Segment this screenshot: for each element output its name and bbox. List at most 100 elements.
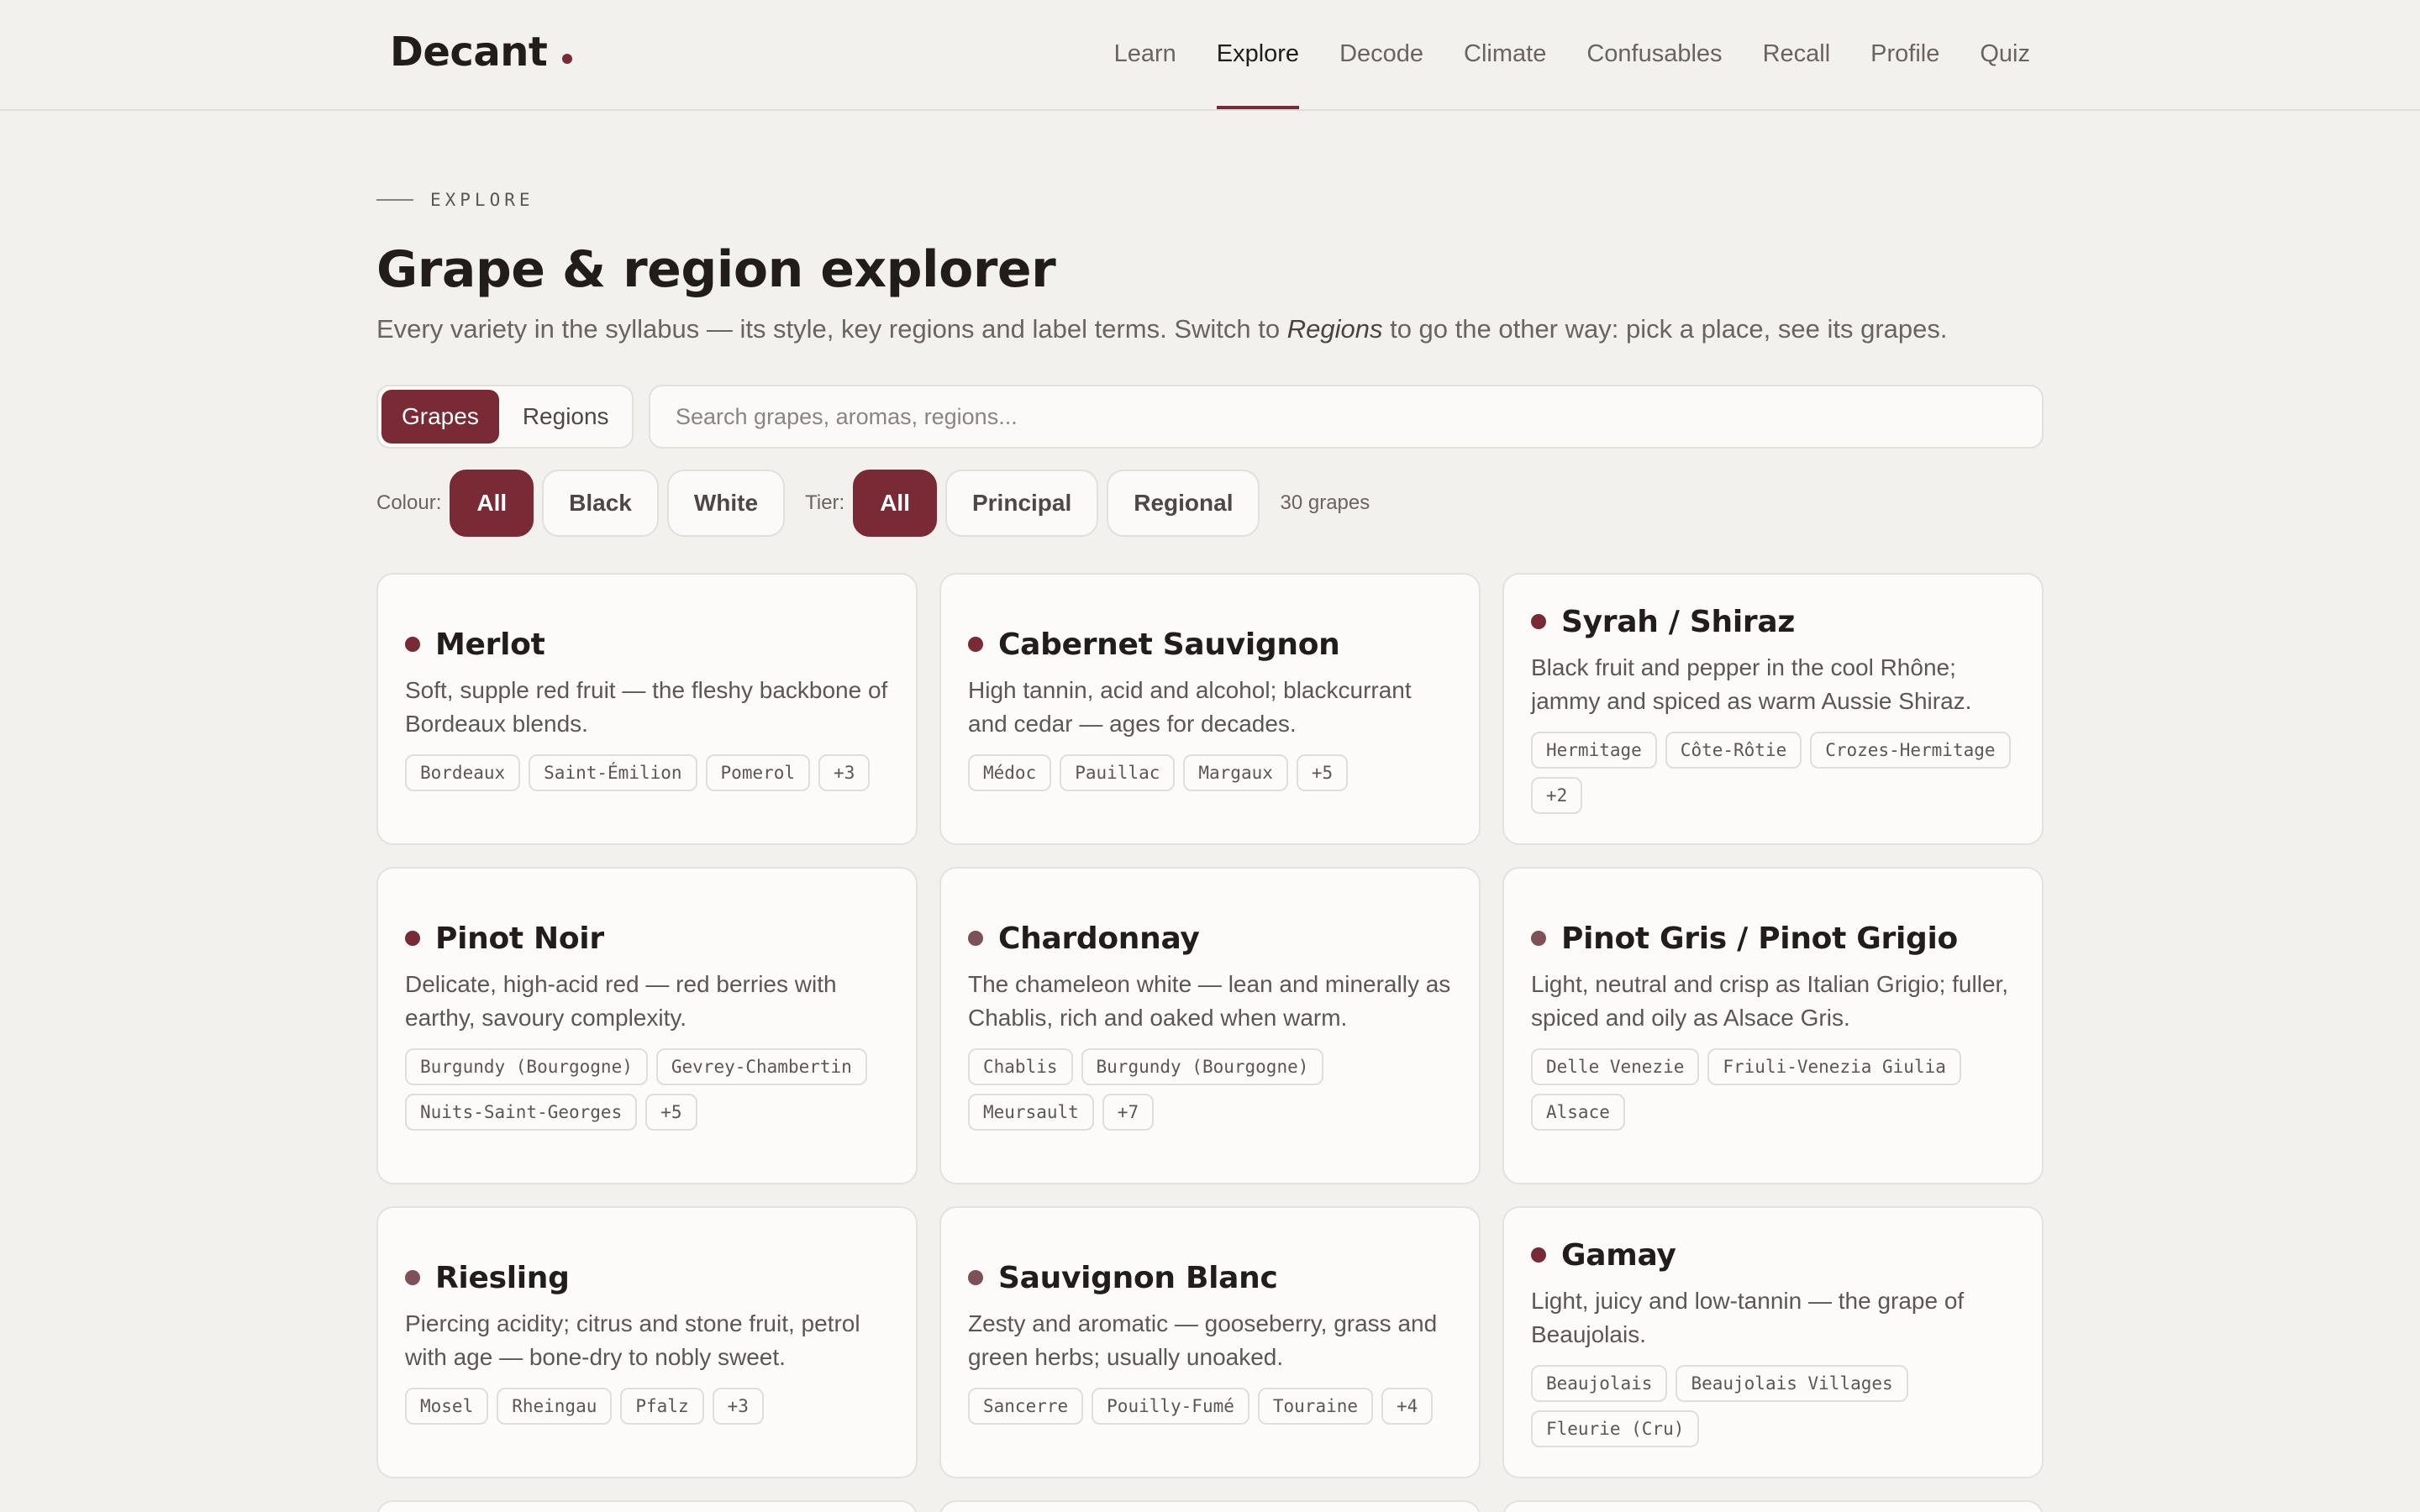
region-tag[interactable]: Chablis (968, 1047, 1073, 1085)
search-input[interactable] (649, 385, 2044, 449)
more-regions-tag[interactable]: +5 (645, 1093, 697, 1131)
black-grape-dot-icon (1531, 614, 1546, 629)
grape-description: Soft, supple red fruit — the fleshy back… (405, 676, 888, 737)
region-tag[interactable]: Margaux (1183, 753, 1288, 791)
black-grape-dot-icon (1531, 1247, 1546, 1263)
app-logo[interactable]: Decant (390, 29, 573, 76)
region-tag[interactable]: Friuli-Venezia Giulia (1707, 1047, 1961, 1085)
grape-description: Zesty and aromatic — gooseberry, grass a… (968, 1310, 1438, 1370)
grape-description: High tannin, acid and alcohol; blackcurr… (968, 676, 1412, 737)
region-tag[interactable]: Rheingau (497, 1387, 613, 1425)
nav-quiz[interactable]: Quiz (1980, 0, 2030, 108)
grape-name: Sauvignon Blanc (998, 1260, 1278, 1295)
tier-chip-all[interactable]: All (853, 470, 937, 537)
nav-confusables[interactable]: Confusables (1586, 0, 1722, 108)
grape-card-pinot-noir[interactable]: Pinot Noir Delicate, high-acid red — red… (376, 867, 918, 1184)
region-tag[interactable]: Saint-Émilion (529, 753, 697, 791)
region-tag[interactable]: Touraine (1257, 1387, 1374, 1425)
more-regions-tag[interactable]: +3 (712, 1387, 764, 1425)
region-tag[interactable]: Nuits-Saint-Georges (405, 1093, 638, 1131)
grape-name: Merlot (435, 627, 545, 662)
white-grape-dot-icon (968, 1270, 983, 1285)
grape-card-syrah-shiraz[interactable]: Syrah / Shiraz Black fruit and pepper in… (1502, 573, 2044, 845)
region-tags: Bordeaux Saint-Émilion Pomerol +3 (405, 753, 889, 791)
grape-description: Light, neutral and crisp as Italian Grig… (1531, 970, 2009, 1031)
region-tag[interactable]: Sancerre (968, 1387, 1084, 1425)
region-tag[interactable]: Bordeaux (405, 753, 521, 791)
colour-chip-white[interactable]: White (666, 470, 786, 537)
region-tags: Delle Venezie Friuli-Venezia Giulia Alsa… (1531, 1047, 2015, 1131)
card-header: Riesling (405, 1261, 889, 1295)
top-bar: Decant Learn Explore Decode Climate Conf… (0, 0, 2420, 111)
grape-card-partial[interactable] (376, 1500, 918, 1512)
region-tag[interactable]: Hermitage (1531, 731, 1657, 769)
region-tag[interactable]: Delle Venezie (1531, 1047, 1700, 1085)
region-tags: Burgundy (Bourgogne) Gevrey-Chambertin N… (405, 1047, 889, 1131)
region-tag[interactable]: Fleurie (Cru) (1531, 1410, 1700, 1447)
grape-description: Light, juicy and low-tannin — the grape … (1531, 1287, 1965, 1347)
grape-card-sauvignon-blanc[interactable]: Sauvignon Blanc Zesty and aromatic — goo… (939, 1206, 1481, 1478)
colour-chip-all[interactable]: All (450, 470, 534, 537)
region-tag[interactable]: Pouilly-Fumé (1092, 1387, 1249, 1425)
grape-name: Syrah / Shiraz (1561, 604, 1795, 639)
colour-chip-black[interactable]: Black (542, 470, 659, 537)
region-tags: Beaujolais Beaujolais Villages Fleurie (… (1531, 1364, 2015, 1447)
nav-climate[interactable]: Climate (1464, 0, 1546, 108)
grape-card-chardonnay[interactable]: Chardonnay The chameleon white — lean an… (939, 867, 1481, 1184)
region-tag[interactable]: Beaujolais Villages (1676, 1364, 1908, 1402)
more-regions-tag[interactable]: +7 (1102, 1093, 1155, 1131)
section-eyebrow: EXPLORE (376, 190, 534, 210)
app-name: Decant (390, 29, 548, 76)
tier-chip-regional[interactable]: Regional (1107, 470, 1260, 537)
page-title: Grape & region explorer (376, 240, 1056, 299)
grape-card-cabernet-sauvignon[interactable]: Cabernet Sauvignon High tannin, acid and… (939, 573, 1481, 845)
card-header: Pinot Noir (405, 921, 889, 956)
nav-learn[interactable]: Learn (1114, 0, 1176, 108)
more-regions-tag[interactable]: +3 (818, 753, 871, 791)
tier-filter-label: Tier: (805, 491, 845, 514)
region-tag[interactable]: Mosel (405, 1387, 489, 1425)
colour-filter-label: Colour: (376, 491, 442, 514)
card-header: Sauvignon Blanc (968, 1261, 1452, 1295)
region-tag[interactable]: Burgundy (Bourgogne) (405, 1047, 648, 1085)
tier-chip-principal[interactable]: Principal (944, 470, 1099, 537)
grape-card-riesling[interactable]: Riesling Piercing acidity; citrus and st… (376, 1206, 918, 1478)
grape-card-partial[interactable] (1502, 1500, 2044, 1512)
more-regions-tag[interactable]: +4 (1381, 1387, 1434, 1425)
nav-decode[interactable]: Decode (1339, 0, 1423, 108)
region-tag[interactable]: Beaujolais (1531, 1364, 1668, 1402)
grape-name: Chardonnay (998, 921, 1200, 956)
nav-profile[interactable]: Profile (1870, 0, 1939, 108)
region-tag[interactable]: Meursault (968, 1093, 1094, 1131)
region-tag[interactable]: Pfalz (620, 1387, 704, 1425)
grape-name: Riesling (435, 1260, 570, 1295)
nav-explore[interactable]: Explore (1216, 0, 1300, 109)
region-tag[interactable]: Crozes-Hermitage (1810, 731, 2011, 769)
grape-card-pinot-gris[interactable]: Pinot Gris / Pinot Grigio Light, neutral… (1502, 867, 2044, 1184)
region-tag[interactable]: Médoc (968, 753, 1052, 791)
grape-card-gamay[interactable]: Gamay Light, juicy and low-tannin — the … (1502, 1206, 2044, 1478)
card-header: Chardonnay (968, 921, 1452, 956)
eyebrow-label: EXPLORE (430, 190, 534, 210)
grape-card-partial[interactable] (939, 1500, 1481, 1512)
region-tag[interactable]: Pauillac (1060, 753, 1176, 791)
grape-card-merlot[interactable]: Merlot Soft, supple red fruit — the fles… (376, 573, 918, 845)
region-tag[interactable]: Côte-Rôtie (1665, 731, 1802, 769)
more-regions-tag[interactable]: +2 (1531, 776, 1583, 814)
toggle-regions[interactable]: Regions (502, 390, 629, 444)
grape-name: Gamay (1561, 1237, 1676, 1273)
grape-name: Cabernet Sauvignon (998, 627, 1340, 662)
white-grape-dot-icon (405, 1270, 420, 1285)
region-tag[interactable]: Burgundy (Bourgogne) (1081, 1047, 1324, 1085)
more-regions-tag[interactable]: +5 (1296, 753, 1349, 791)
region-tag[interactable]: Alsace (1531, 1093, 1625, 1131)
region-tag[interactable]: Gevrey-Chambertin (655, 1047, 867, 1085)
region-tags: Hermitage Côte-Rôtie Crozes-Hermitage +2 (1531, 731, 2015, 814)
region-tags: Chablis Burgundy (Bourgogne) Meursault +… (968, 1047, 1452, 1131)
nav-recall[interactable]: Recall (1763, 0, 1831, 108)
card-header: Syrah / Shiraz (1531, 605, 2015, 639)
toggle-grapes[interactable]: Grapes (381, 390, 499, 444)
region-tags: Sancerre Pouilly-Fumé Touraine +4 (968, 1387, 1452, 1425)
region-tag[interactable]: Pomerol (705, 753, 811, 791)
result-count: 30 grapes (1280, 491, 1370, 514)
